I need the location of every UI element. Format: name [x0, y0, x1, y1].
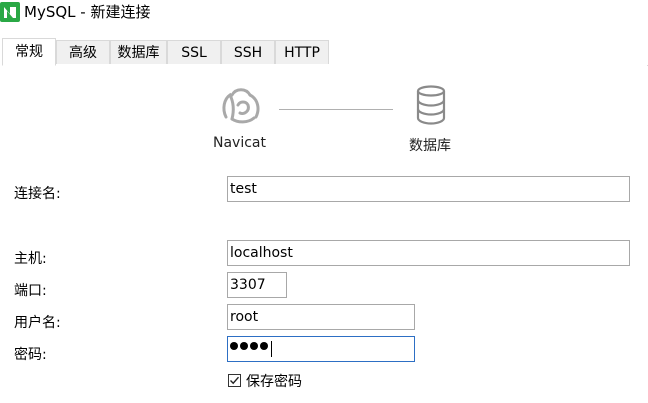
password-dot: [230, 342, 238, 350]
tab-general[interactable]: 常规: [2, 38, 56, 66]
title-bar: MySQL - 新建连接: [0, 0, 648, 32]
tab-strip: 常规 高级 数据库 SSL SSH HTTP: [0, 38, 648, 66]
window-title: MySQL - 新建连接: [24, 3, 151, 21]
general-tab-panel: Navicat 数据库 连接名: test 主机: localhost 端口: …: [0, 65, 647, 403]
password-input[interactable]: [227, 336, 415, 362]
tab-http[interactable]: HTTP: [275, 40, 329, 64]
tab-ssh[interactable]: SSH: [221, 40, 275, 64]
save-password-label[interactable]: 保存密码: [246, 371, 302, 391]
connection-graphic: Navicat 数据库: [0, 65, 648, 165]
password-label: 密码:: [14, 347, 47, 363]
navicat-logo-icon: [220, 85, 262, 125]
username-input[interactable]: root: [227, 304, 415, 330]
username-value: root: [230, 309, 259, 325]
username-label: 用户名:: [14, 315, 61, 331]
connection-name-value: test: [230, 181, 257, 197]
checkmark-icon: [230, 376, 240, 385]
password-dot: [250, 342, 258, 350]
port-label: 端口:: [14, 283, 47, 299]
port-input[interactable]: 3307: [227, 272, 287, 298]
database-caption: 数据库: [409, 138, 451, 154]
connection-name-label: 连接名:: [14, 186, 61, 202]
password-dot: [240, 342, 248, 350]
navicat-app-icon: [0, 2, 20, 22]
navicat-caption: Navicat: [213, 135, 266, 151]
tab-ssl[interactable]: SSL: [167, 40, 221, 64]
connection-name-input[interactable]: test: [227, 176, 630, 202]
save-password-checkbox[interactable]: [228, 374, 241, 387]
text-caret: [271, 341, 272, 357]
password-mask: [230, 342, 268, 350]
host-input[interactable]: localhost: [227, 240, 630, 266]
port-value: 3307: [230, 277, 266, 293]
database-icon: [415, 85, 447, 125]
host-value: localhost: [230, 245, 293, 261]
tab-advanced[interactable]: 高级: [56, 40, 110, 64]
host-label: 主机:: [14, 251, 47, 267]
connection-line: [279, 109, 393, 110]
tab-database[interactable]: 数据库: [110, 40, 167, 64]
password-dot: [260, 342, 268, 350]
